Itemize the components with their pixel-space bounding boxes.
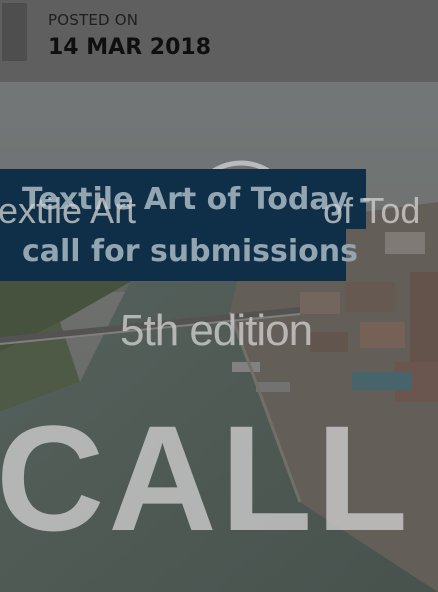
hero-brand-text-left: extile Art [0, 190, 137, 231]
hero-edition-text: 5th edition [120, 306, 313, 355]
hero-call-text: CALL [0, 394, 412, 562]
posted-on-label: POSTED ON [48, 11, 139, 29]
post-date-header: POSTED ON 14 MAR 2018 [0, 0, 438, 82]
post-title-line-2[interactable]: call for submissions [0, 229, 358, 281]
date-accent-bar [2, 3, 27, 61]
hero-brand-text-right: of Tod [323, 190, 421, 231]
posted-date: 14 MAR 2018 [48, 35, 212, 60]
